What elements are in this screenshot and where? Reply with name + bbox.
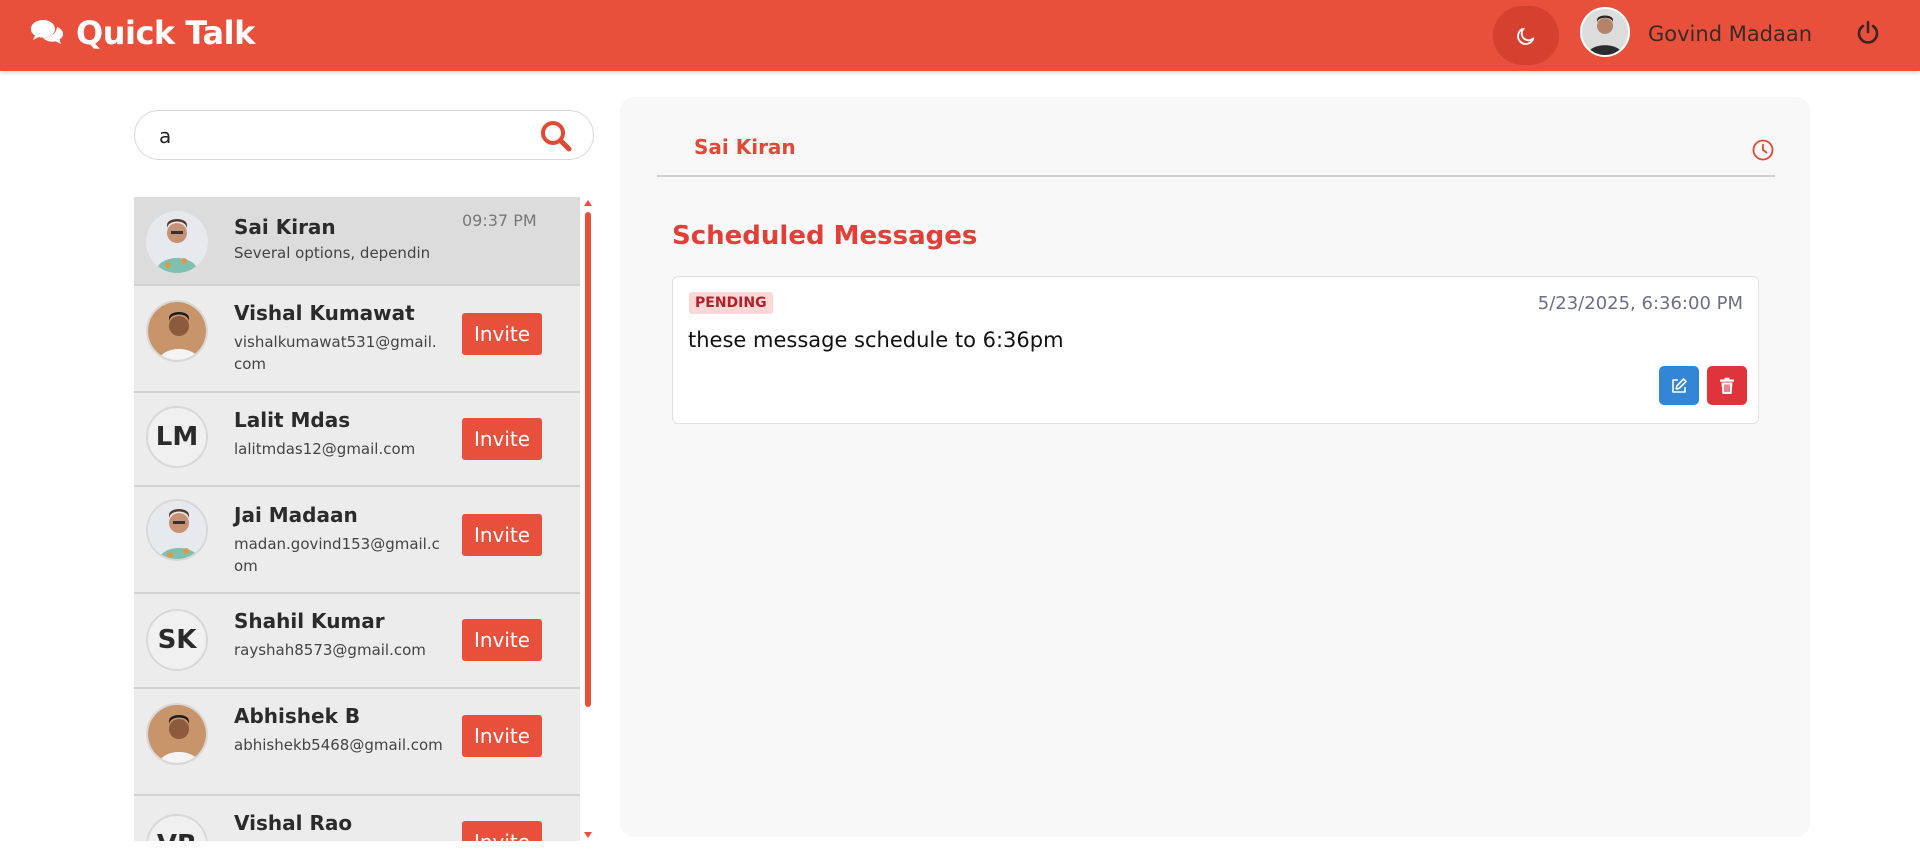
logout-button[interactable] (1856, 20, 1880, 48)
user-avatar[interactable] (1580, 7, 1630, 57)
contact-email: madan.govind153@gmail.com (234, 535, 440, 575)
invite-button[interactable]: Invite (462, 715, 542, 757)
list-item[interactable]: VR Vishal Rao Invite (134, 796, 580, 841)
trash-icon (1720, 377, 1734, 394)
delete-button[interactable] (1707, 366, 1747, 405)
list-item[interactable]: Vishal Kumawat vishalkumawat531@gmail.co… (134, 286, 580, 393)
contact-name: Lalit Mdas (234, 408, 351, 432)
contact-last-message: Several options, dependin (234, 244, 431, 262)
contact-avatar (146, 703, 208, 765)
contact-email: rayshah8573@gmail.com (234, 641, 426, 659)
contact-time: 09:37 PM (462, 211, 537, 230)
chat-title[interactable]: Sai Kiran (694, 135, 796, 159)
contact-avatar (146, 300, 208, 362)
app-header: Quick Talk Govind Madaan (0, 0, 1920, 71)
contact-name: Shahil Kumar (234, 609, 385, 633)
invite-button[interactable]: Invite (462, 514, 542, 556)
contact-email: lalitmdas12@gmail.com (234, 440, 416, 458)
edit-button[interactable] (1659, 366, 1699, 405)
chat-header: Sai Kiran (657, 124, 1775, 177)
invite-button[interactable]: Invite (462, 313, 542, 355)
power-icon (1857, 20, 1879, 44)
contact-name: Sai Kiran (234, 215, 336, 239)
chat-bubbles-icon (31, 20, 63, 44)
contact-avatar-initials: LM (146, 406, 208, 468)
user-name[interactable]: Govind Madaan (1648, 22, 1812, 46)
contact-avatar (146, 211, 208, 273)
search-input[interactable] (159, 121, 529, 151)
scroll-down-arrow-icon[interactable] (584, 832, 592, 838)
contact-list[interactable]: Sai Kiran Several options, dependin 09:3… (134, 197, 580, 841)
list-item[interactable]: Abhishek B abhishekb5468@gmail.com Invit… (134, 689, 580, 796)
chat-panel: Sai Kiran Scheduled Messages PENDING 5/2… (620, 97, 1810, 837)
app-title: Quick Talk (76, 14, 255, 52)
contact-name: Vishal Kumawat (234, 301, 415, 325)
list-item[interactable]: SK Shahil Kumar rayshah8573@gmail.com In… (134, 594, 580, 689)
contact-avatar-initials: VR (146, 814, 208, 841)
contact-avatar-initials: SK (146, 609, 208, 671)
section-title: Scheduled Messages (672, 221, 978, 251)
message-text: these message schedule to 6:36pm (688, 328, 1064, 352)
invite-button[interactable]: Invite (462, 418, 542, 460)
contact-email: abhishekb5468@gmail.com (234, 736, 443, 754)
status-badge: PENDING (689, 292, 773, 314)
scroll-thumb[interactable] (585, 212, 591, 707)
list-item[interactable]: Jai Madaan madan.govind153@gmail.com Inv… (134, 487, 580, 594)
contact-list-scrollbar[interactable] (584, 200, 592, 840)
contact-email: vishalkumawat531@gmail.com (234, 333, 437, 373)
scheduled-datetime: 5/23/2025, 6:36:00 PM (1537, 293, 1743, 314)
list-item[interactable]: Sai Kiran Several options, dependin 09:3… (134, 197, 580, 286)
clock-icon[interactable] (1751, 138, 1775, 162)
invite-button[interactable]: Invite (462, 619, 542, 661)
moon-icon (1517, 27, 1535, 45)
search-box (134, 110, 594, 160)
scheduled-message-card: PENDING 5/23/2025, 6:36:00 PM these mess… (672, 276, 1759, 424)
contact-name: Jai Madaan (234, 503, 358, 527)
contact-name: Vishal Rao (234, 811, 353, 835)
contact-avatar (146, 499, 208, 561)
search-icon[interactable] (539, 119, 573, 153)
list-item[interactable]: LM Lalit Mdas lalitmdas12@gmail.com Invi… (134, 393, 580, 487)
user-avatar-image (1582, 9, 1628, 55)
contact-name: Abhishek B (234, 704, 361, 728)
edit-icon (1672, 377, 1687, 393)
invite-button[interactable]: Invite (462, 821, 542, 841)
scroll-up-arrow-icon[interactable] (584, 200, 592, 206)
theme-toggle-button[interactable] (1493, 6, 1559, 65)
brand[interactable]: Quick Talk (30, 14, 255, 52)
